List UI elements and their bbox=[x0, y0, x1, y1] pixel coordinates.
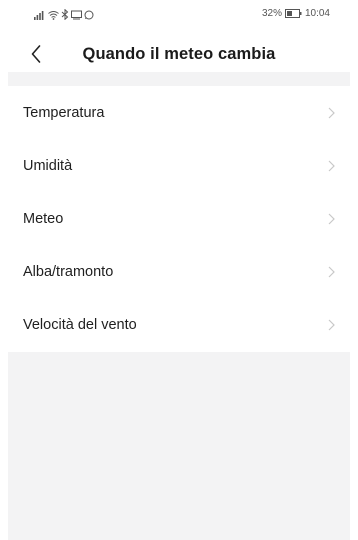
chevron-right-icon bbox=[326, 265, 336, 279]
section-divider bbox=[8, 72, 350, 86]
page-title: Quando il meteo cambia bbox=[82, 45, 276, 63]
whatsapp-icon bbox=[84, 10, 94, 20]
list-item-label: Umidità bbox=[23, 157, 73, 174]
list-item-meteo[interactable]: Meteo bbox=[8, 192, 350, 245]
empty-area bbox=[8, 352, 350, 540]
status-bar: 32% 10:04 bbox=[0, 0, 358, 28]
cast-icon bbox=[71, 10, 82, 20]
status-icons-left bbox=[34, 9, 94, 20]
list-item-label: Temperatura bbox=[23, 104, 105, 121]
battery-icon bbox=[284, 9, 302, 18]
chevron-right-icon bbox=[326, 212, 336, 226]
status-icons-right: 32% 10:04 bbox=[262, 8, 330, 19]
list-item-label: Alba/tramonto bbox=[23, 263, 114, 280]
status-time: 10:04 bbox=[304, 8, 330, 19]
list-item-umidita[interactable]: Umidità bbox=[8, 139, 350, 192]
list-item-alba-tramonto[interactable]: Alba/tramonto bbox=[8, 245, 350, 298]
chevron-right-icon bbox=[326, 318, 336, 332]
chevron-right-icon bbox=[326, 106, 336, 120]
bluetooth-icon bbox=[61, 9, 69, 20]
list-item-temperatura[interactable]: Temperatura bbox=[8, 86, 350, 139]
chevron-right-icon bbox=[326, 159, 336, 173]
list-item-velocita-vento[interactable]: Velocità del vento bbox=[8, 298, 350, 351]
battery-percent: 32% bbox=[261, 8, 282, 19]
list-item-label: Meteo bbox=[23, 210, 64, 227]
wifi-icon bbox=[48, 10, 59, 20]
list-item-label: Velocità del vento bbox=[23, 316, 137, 333]
condition-list: Temperatura Umidità Meteo Alba/tramonto … bbox=[8, 86, 350, 351]
signal-icon bbox=[34, 10, 46, 20]
